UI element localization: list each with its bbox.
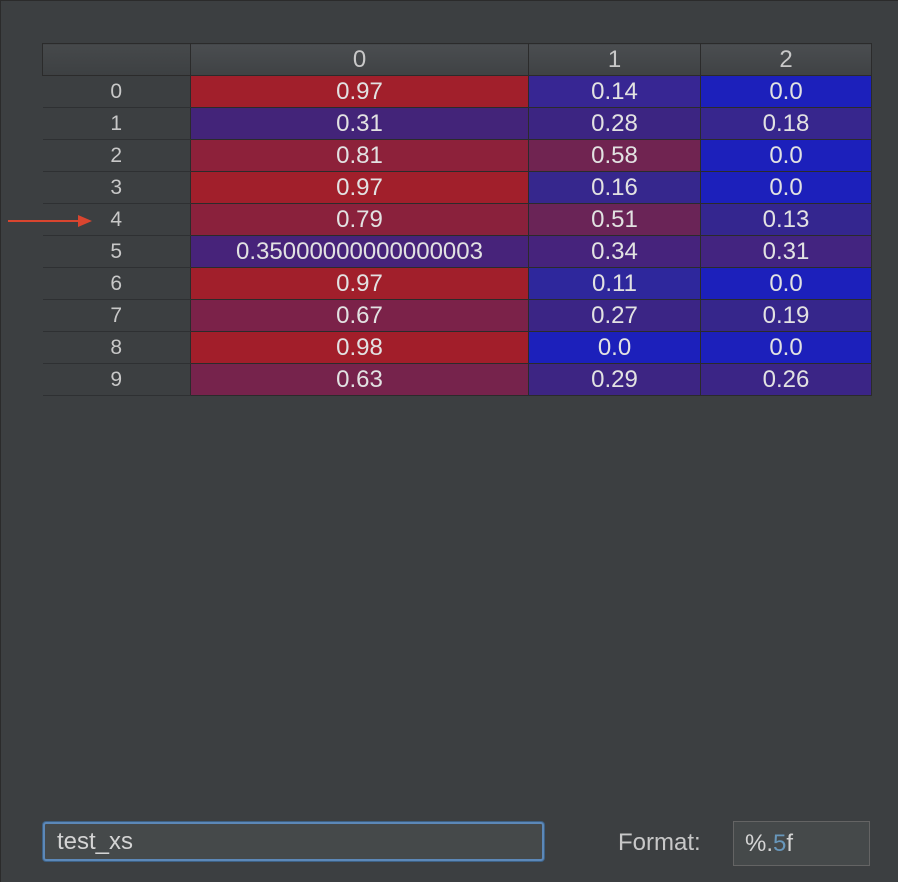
table-cell[interactable]: 0.81 [190,139,529,172]
row-header[interactable]: 5 [42,235,191,268]
table-row: 6 0.97 0.11 0.0 [42,267,872,300]
table-cell[interactable]: 0.11 [528,267,701,300]
format-suffix: f [786,830,794,857]
data-viewer-table: 0 1 2 0 0.97 0.14 0.0 1 0.31 0.28 0.18 2 0.81 0.58… [42,43,872,396]
table-cell[interactable]: 0.0 [700,331,872,364]
table-cell[interactable]: 0.19 [700,299,872,332]
table-cell[interactable]: 0.28 [528,107,701,140]
table-cell[interactable]: 0.97 [190,75,529,108]
table-cell[interactable]: 0.18 [700,107,872,140]
table-row: 9 0.63 0.29 0.26 [42,363,872,396]
table-cell[interactable]: 0.63 [190,363,529,396]
table-cell[interactable]: 0.0 [528,331,701,364]
table-row: 5 0.35000000000000003 0.34 0.31 [42,235,872,268]
table-cell[interactable]: 0.98 [190,331,529,364]
table-cell[interactable]: 0.0 [700,139,872,172]
table-cell[interactable]: 0.27 [528,299,701,332]
row-header[interactable]: 8 [42,331,191,364]
row-header[interactable]: 3 [42,171,191,204]
table-cell[interactable]: 0.31 [700,235,872,268]
table-body: 0 0.97 0.14 0.0 1 0.31 0.28 0.18 2 0.81 0.58 0.0 3 0.… [42,75,872,396]
table-row: 3 0.97 0.16 0.0 [42,171,872,204]
table-row: 0 0.97 0.14 0.0 [42,75,872,108]
row-header[interactable]: 6 [42,267,191,300]
table-cell[interactable]: 0.97 [190,267,529,300]
format-input[interactable]: %.5f [733,821,870,866]
window-top-border [0,0,898,1]
table-cell[interactable]: 0.13 [700,203,872,236]
table-cell[interactable]: 0.0 [700,75,872,108]
table-cell[interactable]: 0.79 [190,203,529,236]
table-header-row: 0 1 2 [42,43,872,76]
table-cell[interactable]: 0.16 [528,171,701,204]
table-cell[interactable]: 0.67 [190,299,529,332]
column-header-1[interactable]: 1 [528,43,701,76]
row-header[interactable]: 1 [42,107,191,140]
format-prefix: %. [745,830,774,857]
table-row: 2 0.81 0.58 0.0 [42,139,872,172]
column-header-2[interactable]: 2 [700,43,872,76]
row-header[interactable]: 7 [42,299,191,332]
table-cell[interactable]: 0.0 [700,267,872,300]
table-cell[interactable]: 0.26 [700,363,872,396]
table-cell[interactable]: 0.35000000000000003 [190,235,529,268]
table-cell[interactable]: 0.14 [528,75,701,108]
table-row: 8 0.98 0.0 0.0 [42,331,872,364]
table-cell[interactable]: 0.51 [528,203,701,236]
format-label: Format: [618,829,701,856]
table-cell[interactable]: 0.29 [528,363,701,396]
row-header[interactable]: 2 [42,139,191,172]
table-cell[interactable]: 0.0 [700,171,872,204]
table-cell[interactable]: 0.34 [528,235,701,268]
variable-name-input[interactable] [43,822,544,861]
format-precision: 5 [773,830,787,857]
arrow-right-icon [8,215,92,227]
table-row: 7 0.67 0.27 0.19 [42,299,872,332]
row-header[interactable]: 9 [42,363,191,396]
table-cell[interactable]: 0.97 [190,171,529,204]
table-row: 1 0.31 0.28 0.18 [42,107,872,140]
table-corner-header[interactable] [42,43,191,76]
window-left-border [0,0,1,882]
column-header-0[interactable]: 0 [190,43,529,76]
table-cell[interactable]: 0.31 [190,107,529,140]
row-header[interactable]: 0 [42,75,191,108]
table-cell[interactable]: 0.58 [528,139,701,172]
table-row: 4 0.79 0.51 0.13 [42,203,872,236]
